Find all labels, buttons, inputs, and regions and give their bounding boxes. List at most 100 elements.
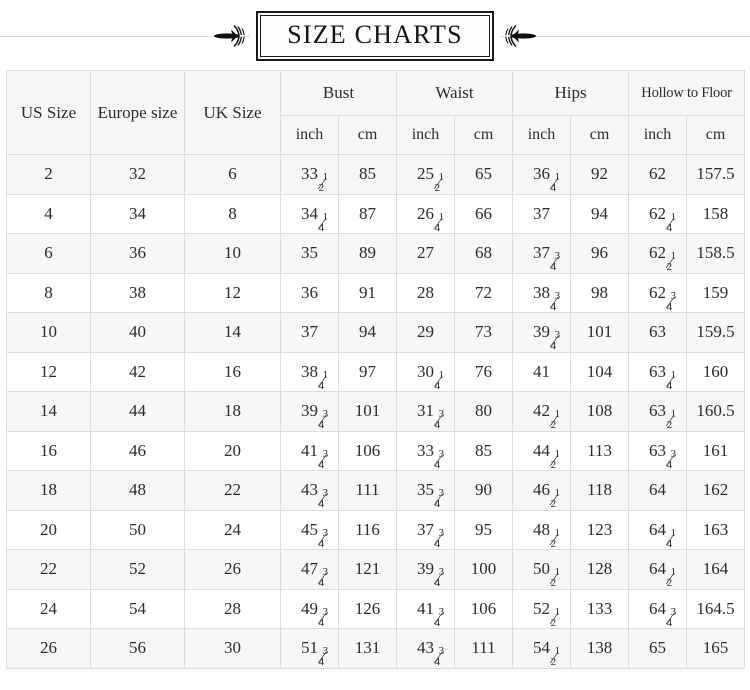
cell-uk-size: 18	[184, 391, 281, 432]
table-row: 14 44 18 39 3 ⁄ 4 101 31 3 ⁄ 4 80 42 1 ⁄ 2 108 63 1 ⁄ 2 160.5	[6, 391, 746, 432]
column-header-uk-size: UK Size	[184, 70, 281, 155]
cell-bust-cm: 91	[338, 272, 397, 313]
table-row: 6 36 10 35 89 27 68 37 3 ⁄ 4 96 62 1 ⁄ 2 158.5	[6, 233, 746, 274]
cell-us-size: 8	[6, 272, 91, 313]
cell-hollow-inch: 64 1 ⁄ 2	[628, 549, 688, 590]
cell-waist-inch: 39 3 ⁄ 4	[396, 549, 455, 590]
cell-waist-cm: 76	[453, 351, 514, 392]
cell-bust-cm: 87	[338, 193, 397, 234]
cell-waist-cm: 106	[453, 588, 514, 629]
cell-hollow-cm: 161	[686, 430, 746, 471]
cell-hips-cm: 113	[570, 430, 630, 471]
cell-waist-cm: 111	[453, 628, 514, 669]
cell-uk-size: 14	[184, 312, 281, 353]
cell-hollow-cm: 157.5	[686, 154, 746, 195]
cell-hollow-cm: 160.5	[686, 391, 746, 432]
table-row: 12 42 16 38 1 ⁄ 4 97 30 1 ⁄ 4 76 41 104 63 1 ⁄ 4 160	[6, 351, 746, 392]
cell-europe-size: 42	[90, 351, 185, 392]
cell-waist-inch: 26 1 ⁄ 4	[396, 193, 455, 234]
cell-bust-inch: 43 3 ⁄ 4	[280, 470, 339, 511]
table-row: 18 48 22 43 3 ⁄ 4 111 35 3 ⁄ 4 90 46 1 ⁄ 2 118 64 162	[6, 470, 746, 511]
cell-uk-size: 10	[184, 233, 281, 274]
cell-hips-cm: 98	[570, 272, 630, 313]
cell-europe-size: 32	[90, 154, 185, 195]
cell-uk-size: 16	[184, 351, 281, 392]
cell-waist-inch: 33 3 ⁄ 4	[396, 430, 455, 471]
leaf-fleuron-icon-right	[505, 24, 536, 48]
cell-bust-inch: 36	[280, 272, 339, 313]
cell-waist-inch: 30 1 ⁄ 4	[396, 351, 455, 392]
cell-hollow-cm: 162	[686, 470, 746, 511]
cell-hollow-inch: 62	[628, 154, 688, 195]
cell-hips-cm: 123	[570, 509, 630, 550]
cell-bust-cm: 89	[338, 233, 397, 274]
cell-waist-cm: 68	[453, 233, 514, 274]
cell-bust-cm: 106	[338, 430, 397, 471]
unit-header-hips-cm: cm	[570, 115, 630, 155]
cell-hips-cm: 104	[570, 351, 630, 392]
cell-uk-size: 8	[184, 193, 281, 234]
cell-us-size: 24	[6, 588, 91, 629]
column-header-hips: Hips	[512, 70, 630, 116]
cell-hollow-inch: 62 1 ⁄ 2	[628, 233, 688, 274]
cell-hips-inch: 44 1 ⁄ 2	[512, 430, 572, 471]
cell-waist-inch: 31 3 ⁄ 4	[396, 391, 455, 432]
cell-bust-cm: 101	[338, 391, 397, 432]
cell-bust-cm: 116	[338, 509, 397, 550]
cell-waist-inch: 35 3 ⁄ 4	[396, 470, 455, 511]
cell-europe-size: 48	[90, 470, 185, 511]
cell-waist-inch: 41 3 ⁄ 4	[396, 588, 455, 629]
unit-header-waist-inch: inch	[396, 115, 455, 155]
size-chart-table: US Size Europe size UK Size Bust Waist H…	[6, 70, 746, 669]
cell-hips-cm: 96	[570, 233, 630, 274]
cell-waist-inch: 27	[396, 233, 455, 274]
cell-hollow-cm: 158.5	[686, 233, 746, 274]
cell-hips-inch: 41	[512, 351, 572, 392]
cell-europe-size: 46	[90, 430, 185, 471]
column-header-us-size: US Size	[6, 70, 91, 155]
cell-bust-inch: 49 3 ⁄ 4	[280, 588, 339, 629]
cell-hips-cm: 92	[570, 154, 630, 195]
cell-us-size: 22	[6, 549, 91, 590]
cell-europe-size: 34	[90, 193, 185, 234]
cell-hollow-inch: 64	[628, 470, 688, 511]
size-charts-banner: SIZE CHARTS	[0, 4, 750, 68]
cell-bust-cm: 121	[338, 549, 397, 590]
cell-bust-inch: 45 3 ⁄ 4	[280, 509, 339, 550]
cell-us-size: 4	[6, 193, 91, 234]
unit-header-hollow-cm: cm	[686, 115, 746, 155]
cell-bust-inch: 51 3 ⁄ 4	[280, 628, 339, 669]
cell-hollow-inch: 62 3 ⁄ 4	[628, 272, 688, 313]
unit-header-bust-cm: cm	[338, 115, 397, 155]
cell-us-size: 16	[6, 430, 91, 471]
table-row: 22 52 26 47 3 ⁄ 4 121 39 3 ⁄ 4 100 50 1 ⁄ 2 128 64 1 ⁄ 2 164	[6, 549, 746, 590]
size-chart-head: US Size Europe size UK Size Bust Waist H…	[6, 70, 746, 155]
cell-hips-cm: 138	[570, 628, 630, 669]
cell-bust-cm: 126	[338, 588, 397, 629]
cell-hollow-inch: 62 1 ⁄ 4	[628, 193, 688, 234]
table-row: 26 56 30 51 3 ⁄ 4 131 43 3 ⁄ 4 111 54 1 ⁄ 2 138 65 165	[6, 628, 746, 669]
cell-hips-inch: 39 3 ⁄ 4	[512, 312, 572, 353]
cell-europe-size: 36	[90, 233, 185, 274]
cell-waist-cm: 65	[453, 154, 514, 195]
cell-bust-inch: 41 3 ⁄ 4	[280, 430, 339, 471]
page-title: SIZE CHARTS	[287, 19, 463, 49]
cell-us-size: 10	[6, 312, 91, 353]
column-header-waist: Waist	[395, 70, 514, 116]
cell-hips-cm: 108	[570, 391, 630, 432]
leaf-fleuron-icon-left	[214, 24, 245, 48]
column-header-bust: Bust	[280, 70, 397, 116]
cell-europe-size: 56	[90, 628, 185, 669]
cell-waist-inch: 29	[396, 312, 455, 353]
cell-hollow-cm: 163	[686, 509, 746, 550]
cell-bust-inch: 38 1 ⁄ 4	[280, 351, 339, 392]
column-header-europe-size: Europe size	[90, 70, 185, 155]
cell-hollow-cm: 164.5	[686, 588, 746, 629]
cell-hips-inch: 37 3 ⁄ 4	[512, 233, 572, 274]
cell-waist-inch: 28	[396, 272, 455, 313]
column-header-hollow-to-floor: Hollow to Floor	[628, 70, 746, 116]
cell-us-size: 6	[6, 233, 91, 274]
cell-hollow-cm: 159.5	[686, 312, 746, 353]
group-header-row: US Size Europe size UK Size Bust Waist H…	[6, 70, 746, 155]
cell-uk-size: 22	[184, 470, 281, 511]
